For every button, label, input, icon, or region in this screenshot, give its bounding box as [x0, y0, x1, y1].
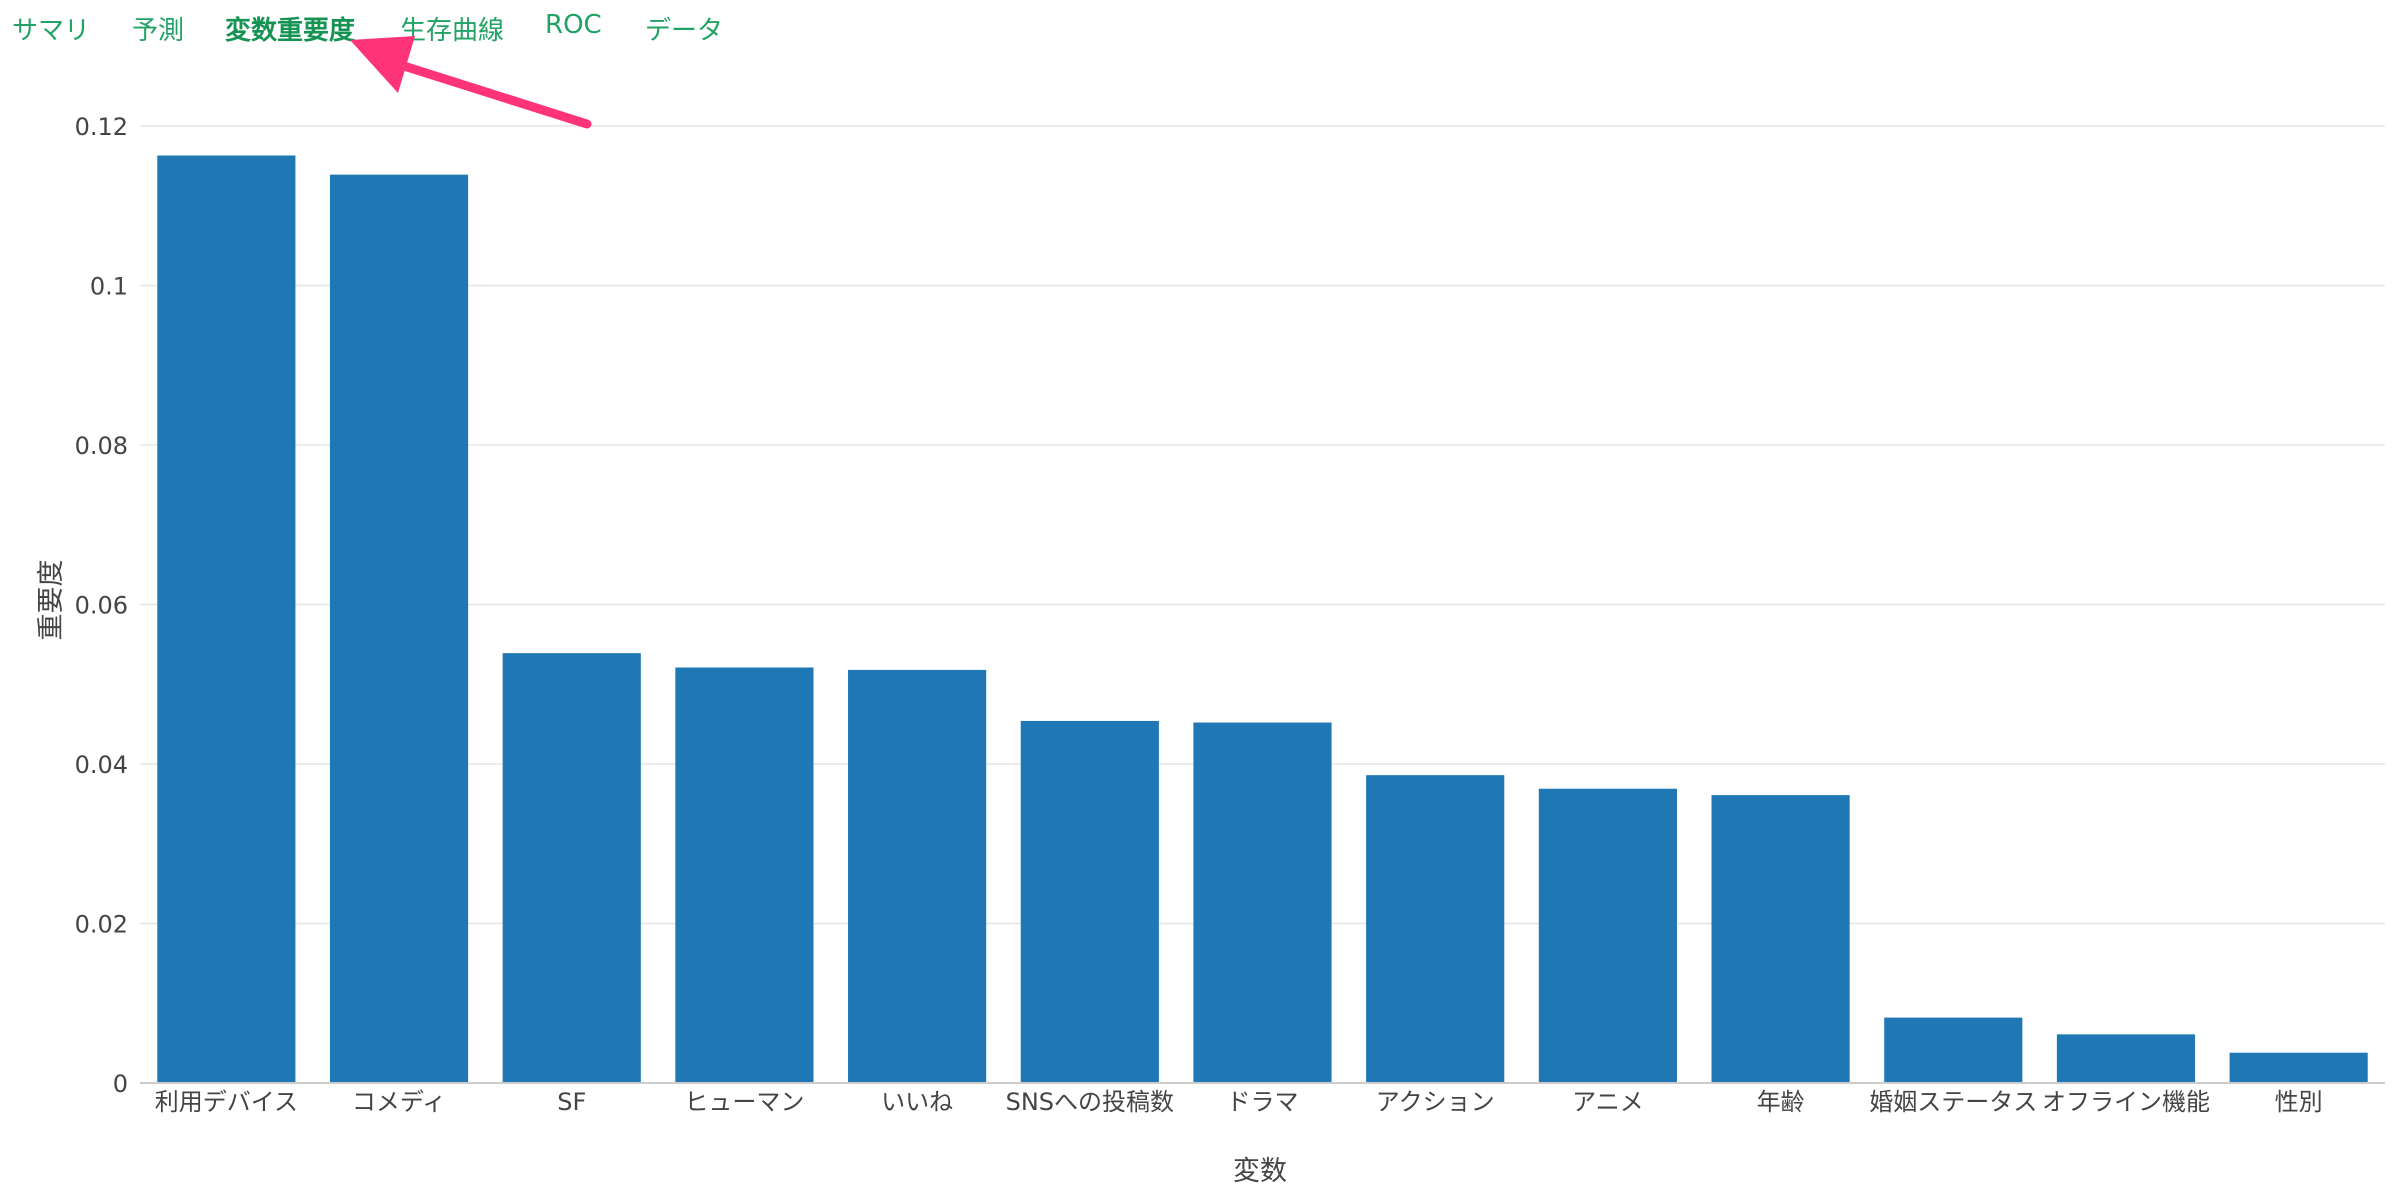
bar	[1366, 775, 1505, 1083]
x-tick-labels: 利用デバイス コメディ SF ヒューマン いいね SNSへの投稿数 ドラマ アクション アニメ 年…	[155, 1088, 2323, 1116]
x-tick-label: 年齢	[1757, 1088, 1805, 1116]
annotation-arrow-icon	[350, 36, 592, 129]
x-tick-label: アニメ	[1572, 1088, 1644, 1116]
x-tick-label: SNSへの投稿数	[1006, 1088, 1174, 1116]
y-tick-label: 0.1	[90, 273, 128, 301]
x-tick-label: アクション	[1376, 1088, 1495, 1116]
bar	[1538, 788, 1677, 1083]
x-tick-label: コメディ	[352, 1088, 446, 1116]
x-tick-label: オフライン機能	[2042, 1088, 2210, 1116]
y-tick-label: 0.04	[75, 751, 128, 779]
y-tick-label: 0.08	[75, 432, 128, 460]
bar	[1020, 720, 1159, 1083]
y-tick-label: 0	[113, 1070, 128, 1098]
bar	[157, 155, 296, 1083]
bars	[157, 155, 2368, 1083]
x-tick-label: いいね	[881, 1088, 953, 1116]
x-tick-label: 利用デバイス	[155, 1088, 298, 1116]
bar	[1884, 1017, 2023, 1083]
x-tick-label: SF	[557, 1088, 586, 1116]
y-tick-label: 0.06	[75, 592, 128, 620]
bar	[2056, 1034, 2196, 1083]
x-tick-label: 性別	[2275, 1088, 2323, 1116]
bar	[1711, 795, 1850, 1083]
x-tick-label: ヒューマン	[684, 1088, 804, 1116]
bar	[675, 667, 814, 1083]
bar	[502, 653, 641, 1083]
x-tick-label: ドラマ	[1227, 1088, 1299, 1116]
x-axis-label: 変数	[1233, 1156, 1287, 1186]
bar	[329, 174, 469, 1083]
variable-importance-chart: 0 0.02 0.04 0.06 0.08 0.1 0.12 利用デバイス コメディ SF ヒュー…	[36, 36, 2385, 1186]
y-axis-label: 重要度	[36, 560, 67, 641]
bar	[2229, 1052, 2368, 1083]
x-tick-label: 婚姻ステータス	[1869, 1088, 2037, 1116]
y-tick-label: 0.02	[75, 911, 128, 939]
bar	[848, 669, 987, 1083]
y-tick-label: 0.12	[75, 113, 128, 141]
y-tick-labels: 0 0.02 0.04 0.06 0.08 0.1 0.12	[75, 113, 128, 1098]
bar	[1193, 722, 1332, 1083]
